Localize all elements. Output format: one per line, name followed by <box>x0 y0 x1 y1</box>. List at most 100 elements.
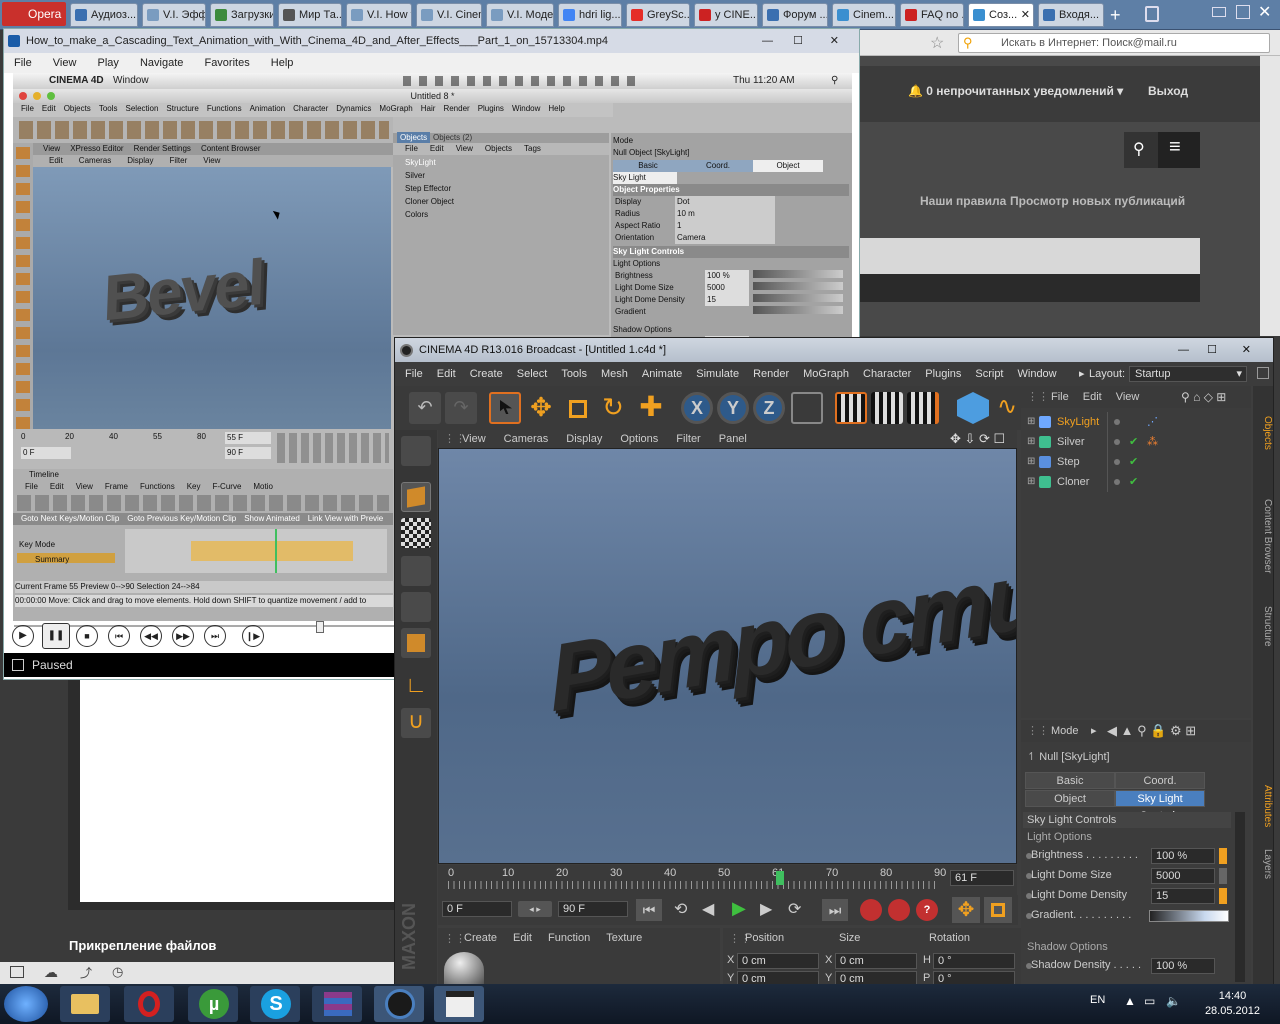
points-mode-icon[interactable] <box>401 556 431 586</box>
mac-dopesheet[interactable] <box>125 529 387 573</box>
mac-prop-value[interactable]: Dot <box>675 196 775 208</box>
mac-light-slider[interactable] <box>753 270 843 278</box>
object-row[interactable]: ⊞ Step ✔ <box>1021 452 1251 472</box>
opera-tab[interactable]: V.I. Cinem... <box>416 3 482 27</box>
c4d-menu-select[interactable]: Select <box>517 368 548 380</box>
go-to-start-button[interactable]: ⏮ <box>636 899 662 921</box>
coord-rotation-field[interactable]: 0 ° <box>933 953 1015 969</box>
taskbar-winrar-icon[interactable] <box>312 986 362 1022</box>
material-menu-edit[interactable]: Edit <box>513 932 532 944</box>
object-row[interactable]: ⊞ Cloner ✔ <box>1021 472 1251 492</box>
object-visibility-dot[interactable] <box>1114 459 1120 465</box>
material-menu-texture[interactable]: Texture <box>606 932 642 944</box>
mac-menu-item[interactable]: Help <box>548 104 564 113</box>
player-close-button[interactable]: ✕ <box>830 29 839 53</box>
side-tab-attributes[interactable]: Attributes <box>1255 776 1273 836</box>
mac-menu-item[interactable]: Content Browser <box>201 144 261 153</box>
opera-tab[interactable]: Соз... ✕ <box>968 3 1034 27</box>
frame-step-button[interactable]: ❙▶ <box>242 625 264 647</box>
rewind-button[interactable]: ◀◀ <box>140 625 162 647</box>
mac-menu-item[interactable]: Functions <box>207 104 242 113</box>
mac-viewport[interactable]: Bevel <box>33 167 391 429</box>
end-frame-field[interactable]: 90 F <box>558 901 628 917</box>
mac-transport-buttons[interactable] <box>277 433 389 463</box>
c4d-menu-mesh[interactable]: Mesh <box>601 368 628 380</box>
mac-menu-item[interactable]: Show Animated <box>244 514 300 523</box>
tab-close-icon[interactable]: ✕ <box>1021 4 1030 26</box>
mac-light-value[interactable]: 5000 <box>705 282 749 294</box>
bookmark-star-icon[interactable]: ☆ <box>930 33 944 53</box>
player-menu-navigate[interactable]: Navigate <box>140 57 183 69</box>
mac-prop-value[interactable]: Camera <box>675 232 775 244</box>
object-visibility-dot[interactable] <box>1114 419 1120 425</box>
player-menu-view[interactable]: View <box>53 57 77 69</box>
opera-tab[interactable]: hdri lig... <box>558 3 622 27</box>
browser-scrollbar[interactable] <box>1260 56 1280 336</box>
player-seek-thumb[interactable] <box>316 621 324 633</box>
opera-tab[interactable]: Мир Та... <box>278 3 342 27</box>
browser-search-input[interactable]: ⚲ Искать в Интернет: Поиск@mail.ru <box>958 33 1270 53</box>
object-expand-icon[interactable]: ⊞ <box>1027 432 1035 452</box>
attr-tab[interactable]: Object <box>1025 790 1115 807</box>
material-menu-function[interactable]: Function <box>548 932 590 944</box>
c4d-menu-animate[interactable]: Animate <box>642 368 682 380</box>
mac-menu-item[interactable]: Objects <box>485 144 512 153</box>
mac-menu-item[interactable]: Edit <box>430 144 444 153</box>
c4d-close-button[interactable]: ✕ <box>1242 338 1251 362</box>
undo-icon[interactable]: ↶ <box>409 392 441 424</box>
mac-menu-item[interactable]: View <box>203 156 220 165</box>
mac-menu-item[interactable]: Filter <box>169 156 187 165</box>
attr-slider[interactable] <box>1219 848 1227 864</box>
record-position-button[interactable]: ✥ <box>952 897 980 923</box>
mac-menu-item[interactable]: Edit <box>42 104 56 113</box>
attr-tab[interactable]: Coord. <box>1115 772 1205 789</box>
prev-key-button[interactable]: ⟲ <box>674 899 687 919</box>
opera-tab[interactable]: FAQ no ... <box>900 3 964 27</box>
material-tag-icon[interactable]: ⁂ <box>1147 432 1158 452</box>
mac-attr-tab[interactable]: Coord. <box>683 160 753 172</box>
opera-tab[interactable]: Форум ... <box>762 3 828 27</box>
taskbar-explorer-icon[interactable] <box>60 986 110 1022</box>
logout-link[interactable]: Выход <box>1148 84 1188 98</box>
object-expand-icon[interactable]: ⊞ <box>1027 412 1035 432</box>
attr-tab[interactable]: Basic <box>1025 772 1115 789</box>
viewport-menu-display[interactable]: Display <box>566 433 602 445</box>
object-enabled-check[interactable]: ✔ <box>1129 432 1138 452</box>
forum-menu-button[interactable]: ≡ <box>1158 132 1200 168</box>
player-maximize-button[interactable]: ☐ <box>793 29 803 53</box>
z-axis-icon[interactable]: Z <box>753 392 785 424</box>
cloud-icon[interactable]: ☁ <box>44 964 58 981</box>
rules-link[interactable]: Наши правила <box>920 194 1006 208</box>
language-indicator[interactable]: EN <box>1090 994 1105 1006</box>
start-frame-field[interactable]: 0 F <box>442 901 512 917</box>
viewport-menu-cameras[interactable]: Cameras <box>504 433 549 445</box>
player-menu-play[interactable]: Play <box>98 57 119 69</box>
mac-menu-item[interactable]: File <box>21 104 34 113</box>
mac-prop-value[interactable]: 10 m <box>675 208 775 220</box>
mac-object-row[interactable]: Step Effector <box>405 183 475 195</box>
prev-frame-button[interactable]: ◀ <box>702 899 714 919</box>
player-menu-file[interactable]: File <box>14 57 32 69</box>
mac-summary-row[interactable]: Summary <box>17 553 115 564</box>
object-tag-icon[interactable]: ⋰ <box>1147 412 1158 432</box>
pause-button[interactable]: ❚❚ <box>42 623 70 649</box>
mac-menu-item[interactable]: Selection <box>126 104 159 113</box>
attr-nav-icons[interactable]: ◀ ▲ ⚲ 🔒 ⚙ ⊞ <box>1107 720 1196 742</box>
mac-object-row[interactable]: Colors <box>405 209 475 221</box>
mac-menu-item[interactable]: Frame <box>105 482 128 491</box>
c4d-maximize-button[interactable]: ☐ <box>1207 338 1217 362</box>
start-button[interactable] <box>4 986 48 1022</box>
object-expand-icon[interactable]: ⊞ <box>1027 452 1035 472</box>
c4d-menu-edit[interactable]: Edit <box>437 368 456 380</box>
attr-light-value[interactable]: 100 % <box>1151 848 1215 864</box>
object-visibility-dot[interactable] <box>1114 439 1120 445</box>
side-tab-objects[interactable]: Objects <box>1255 390 1273 476</box>
mac-menu-item[interactable]: Cameras <box>79 156 111 165</box>
render-view-icon[interactable] <box>835 392 867 424</box>
mac-menu-item[interactable]: Functions <box>140 482 175 491</box>
move-icon[interactable]: ✥ <box>525 392 557 424</box>
spline-pen-icon[interactable]: ∿ <box>991 392 1023 424</box>
mac-menu-item[interactable]: Hair <box>421 104 436 113</box>
c4d-menu-create[interactable]: Create <box>470 368 503 380</box>
network-icon[interactable]: ▭ <box>1144 994 1155 1008</box>
